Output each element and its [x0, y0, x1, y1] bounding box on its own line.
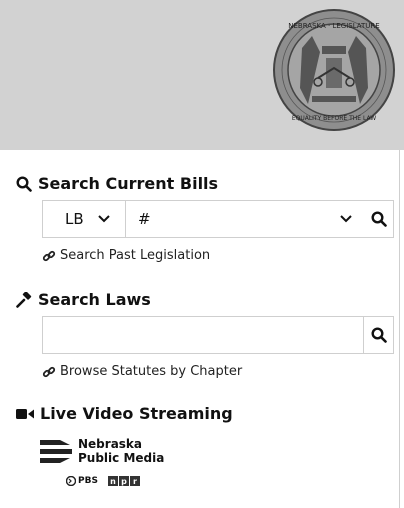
- pbs-head-icon: [66, 476, 76, 486]
- search-past-legislation-link[interactable]: Search Past Legislation: [42, 248, 210, 263]
- laws-search-input[interactable]: [42, 316, 364, 354]
- search-icon: [370, 211, 387, 227]
- bills-search-button[interactable]: [364, 200, 394, 238]
- search-past-legislation-label: Search Past Legislation: [60, 248, 211, 263]
- npm-line1: Nebraska: [78, 437, 143, 451]
- pbs-logo: PBS: [66, 476, 98, 486]
- chevron-down-icon: [340, 215, 352, 223]
- search-bills-title: Search Current Bills: [38, 174, 219, 193]
- npr-letter: r: [129, 476, 140, 486]
- svg-text:NEBRASKA · LEGISLATURE: NEBRASKA · LEGISLATURE: [288, 22, 379, 30]
- npm-mark-icon: [40, 440, 72, 463]
- browse-statutes-link[interactable]: Browse Statutes by Chapter: [42, 364, 242, 379]
- partner-logos: PBS n p r: [66, 476, 140, 486]
- search-laws-heading: Search Laws: [16, 290, 151, 309]
- laws-search-button[interactable]: [364, 316, 394, 354]
- gavel-icon: [16, 291, 32, 308]
- bill-prefix-select[interactable]: LB: [42, 200, 126, 238]
- link-icon: [42, 250, 56, 261]
- bill-prefix-value: LB: [65, 210, 84, 228]
- bill-number-value: #: [138, 210, 151, 228]
- nebraska-public-media-logo[interactable]: Nebraska Public Media: [40, 436, 164, 466]
- search-icon: [370, 327, 387, 343]
- legislature-seal-logo[interactable]: NEBRASKA · LEGISLATURE EQUALITY BEFORE T…: [272, 8, 396, 132]
- svg-text:EQUALITY BEFORE THE LAW: EQUALITY BEFORE THE LAW: [292, 115, 376, 122]
- npr-letter: n: [107, 476, 118, 486]
- search-laws-title: Search Laws: [38, 290, 151, 309]
- bill-number-select[interactable]: #: [125, 200, 365, 238]
- search-bills-heading: Search Current Bills: [16, 174, 218, 193]
- video-camera-icon: [16, 408, 34, 419]
- live-video-heading: Live Video Streaming: [16, 404, 233, 423]
- chevron-down-icon: [97, 215, 110, 223]
- npm-line2: Public Media: [78, 451, 165, 465]
- npr-logo: n p r: [107, 476, 140, 486]
- pbs-label: PBS: [78, 476, 98, 486]
- npr-letter: p: [118, 476, 129, 486]
- link-icon: [42, 366, 56, 377]
- browse-statutes-label: Browse Statutes by Chapter: [60, 364, 243, 379]
- sidebar-divider: [399, 150, 400, 508]
- search-icon: [16, 175, 32, 192]
- live-video-title: Live Video Streaming: [40, 404, 233, 423]
